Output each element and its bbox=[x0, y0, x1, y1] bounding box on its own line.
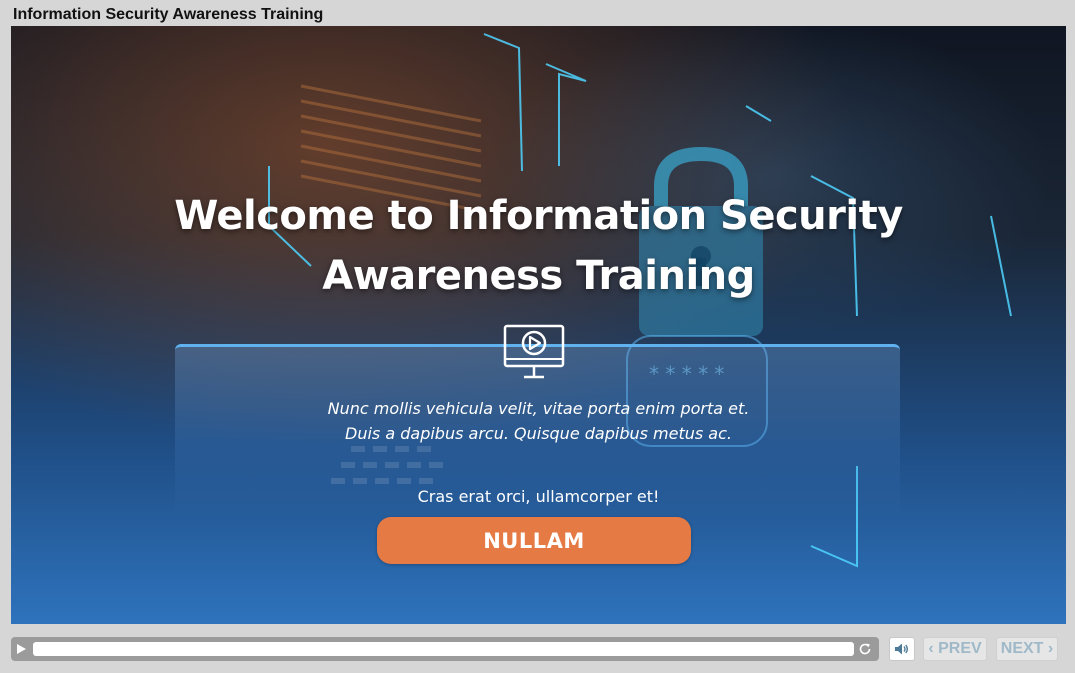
monitor-play-icon bbox=[503, 324, 565, 379]
nullam-button[interactable]: NULLAM bbox=[377, 517, 691, 564]
next-button[interactable]: NEXT › bbox=[996, 637, 1058, 661]
slide-stage: * * * * * Welcome to Information Securit… bbox=[11, 26, 1066, 624]
seek-bar bbox=[11, 637, 879, 661]
play-icon[interactable] bbox=[15, 643, 27, 655]
cta-prompt: Cras erat orci, ullamcorper et! bbox=[417, 487, 660, 506]
audio-button[interactable] bbox=[889, 637, 915, 661]
player-window: Information Security Awareness Training bbox=[0, 0, 1075, 673]
slide-headline: Welcome to Information Security Awarenes… bbox=[11, 186, 1066, 306]
player-controls: ‹ PREV NEXT › bbox=[0, 630, 1075, 673]
headline-line-2: Awareness Training bbox=[322, 253, 755, 299]
intro-text: Nunc mollis vehicula velit, vitae porta … bbox=[11, 396, 1066, 446]
intro-line-2: Duis a dapibus arcu. Quisque dapibus met… bbox=[345, 424, 732, 443]
replay-icon[interactable] bbox=[858, 642, 872, 656]
intro-line-1: Nunc mollis vehicula velit, vitae porta … bbox=[327, 399, 750, 418]
title-bar: Information Security Awareness Training bbox=[0, 0, 1075, 26]
speaker-icon bbox=[895, 643, 908, 655]
headline-line-1: Welcome to Information Security bbox=[174, 193, 903, 239]
prev-button[interactable]: ‹ PREV bbox=[923, 637, 987, 661]
window-title: Information Security Awareness Training bbox=[13, 6, 324, 23]
seek-track[interactable] bbox=[33, 642, 854, 656]
